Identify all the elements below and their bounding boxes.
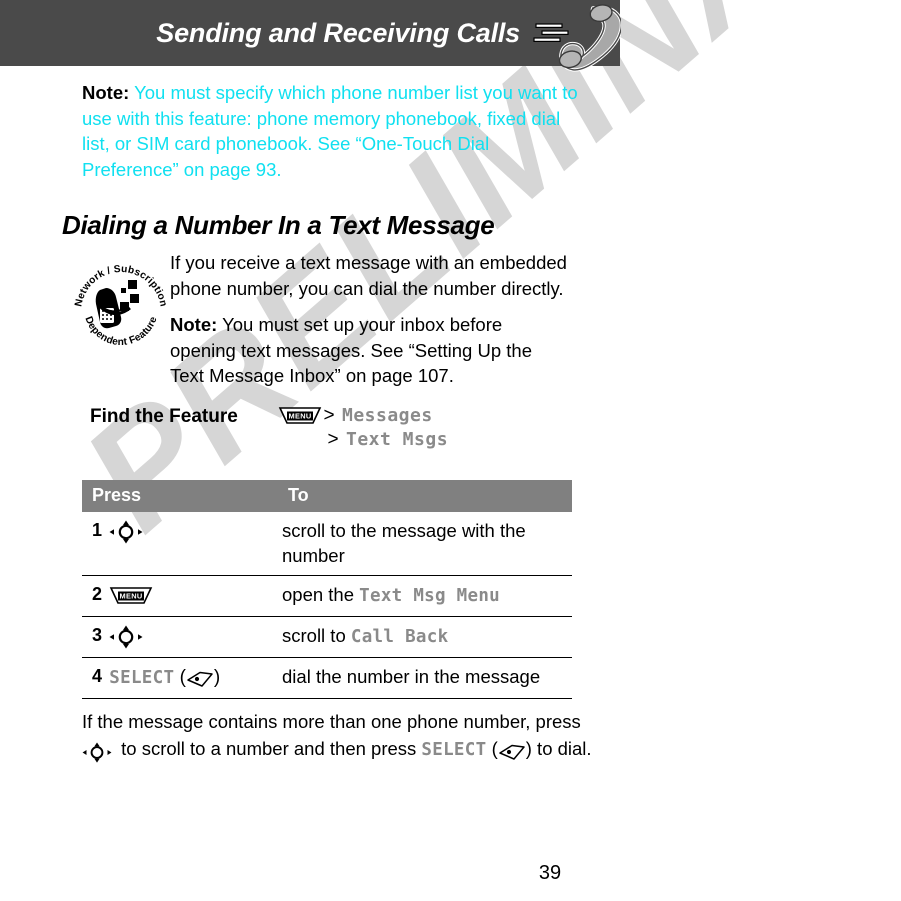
trailing-text-1: If the message contains more than one ph…: [82, 711, 581, 732]
row-key-cell: SELECT ( ): [107, 657, 278, 699]
row-key-cell: MENU: [107, 575, 278, 617]
path-separator-1: >: [323, 404, 335, 426]
trailing-paragraph: If the message contains more than one ph…: [82, 708, 592, 764]
table-footer-rule: [82, 698, 572, 704]
row-action-cell: open the Text Msg Menu: [278, 575, 572, 617]
trailing-softkey-label: SELECT: [421, 740, 487, 760]
table-row: 3 scroll to Call Back: [82, 616, 572, 658]
soft-key-icon[interactable]: [498, 741, 526, 760]
row-action-cell: scroll to the message with the number: [278, 512, 572, 576]
section-paragraph-2: Note: You must set up your inbox before …: [170, 312, 570, 389]
navigation-key-icon[interactable]: [109, 520, 143, 544]
menu-key-icon[interactable]: MENU: [109, 586, 153, 606]
svg-text:MENU: MENU: [289, 411, 312, 420]
trailing-text-2: to scroll to a number and then press: [116, 738, 422, 759]
section-note-label: Note:: [170, 314, 218, 335]
row-number: 2: [82, 575, 108, 617]
find-feature-row-2: > Text Msgs: [278, 428, 608, 451]
row-number: 1: [92, 520, 103, 540]
section-note-text: You must set up your inbox before openin…: [170, 314, 532, 386]
path-item-messages[interactable]: Messages: [342, 405, 433, 426]
svg-text:MENU: MENU: [120, 592, 143, 601]
soft-key-icon[interactable]: [186, 669, 214, 687]
row-action-cell: scroll to Call Back: [278, 616, 572, 658]
network-subscription-dependent-feature-badge-icon: Network / Subscription Dependent Feature: [73, 264, 168, 348]
row-action-text: dial the number in the message: [282, 666, 541, 687]
softkey-label-select[interactable]: SELECT: [109, 668, 174, 688]
row-key-cell: [107, 616, 278, 658]
row-number: 3: [82, 616, 108, 658]
svg-text:Network / Subscription: Network / Subscription: [73, 264, 168, 308]
page-title: Sending and Receiving Calls: [156, 18, 520, 48]
path-separator-2: >: [327, 428, 339, 450]
table-header-row: Press To: [82, 480, 572, 512]
find-the-feature-path: MENU > Messages > Text Msgs: [278, 404, 608, 452]
find-the-feature-label: Find the Feature: [90, 406, 238, 427]
navigation-key-icon[interactable]: [109, 625, 143, 649]
row-key-cell: [107, 512, 278, 576]
top-note-text: You must specify which phone number list…: [82, 82, 578, 180]
row-action-text: open the: [282, 584, 360, 605]
row-action-mono: Call Back: [350, 627, 449, 647]
page-number: 39: [538, 862, 562, 884]
table-row: 1 scroll to the message with the number: [82, 512, 572, 576]
top-note: Note: You must specify which phone numbe…: [82, 80, 582, 182]
row-number: 4: [82, 657, 108, 699]
table-header-press: Press: [82, 480, 278, 512]
row-action-text: scroll to the message with the number: [282, 520, 526, 566]
navigation-key-icon[interactable]: [82, 742, 116, 766]
trailing-text-3: (: [486, 738, 498, 759]
table-bottom-border: [82, 698, 572, 704]
manual-page: PRELIMINARY Sending and Receiving Calls: [0, 0, 901, 901]
phone-handset-icon: [533, 4, 621, 72]
row-action-cell: dial the number in the message: [278, 657, 572, 699]
find-feature-row-1: MENU > Messages: [278, 404, 608, 427]
section-paragraph-1: If you receive a text message with an em…: [170, 252, 567, 299]
page-header-bar: Sending and Receiving Calls: [0, 0, 620, 66]
top-note-label: Note:: [82, 82, 130, 103]
menu-key-icon[interactable]: MENU: [278, 406, 322, 426]
path-item-text-msgs[interactable]: Text Msgs: [346, 429, 448, 450]
section-heading: Dialing a Number In a Text Message: [62, 210, 495, 240]
press-to-table: Press To 1 scroll to the message with th…: [82, 480, 572, 704]
table-header-to: To: [278, 480, 572, 512]
table-row: 4 SELECT ( ) dial the number in the mess…: [82, 657, 572, 699]
trailing-text-4: ) to dial.: [525, 738, 592, 759]
row-action-mono: Text Msg Menu: [359, 586, 501, 606]
row-action-text: scroll to: [282, 625, 351, 646]
table-row: 2 MENU open the Text Msg Menu: [82, 575, 572, 617]
